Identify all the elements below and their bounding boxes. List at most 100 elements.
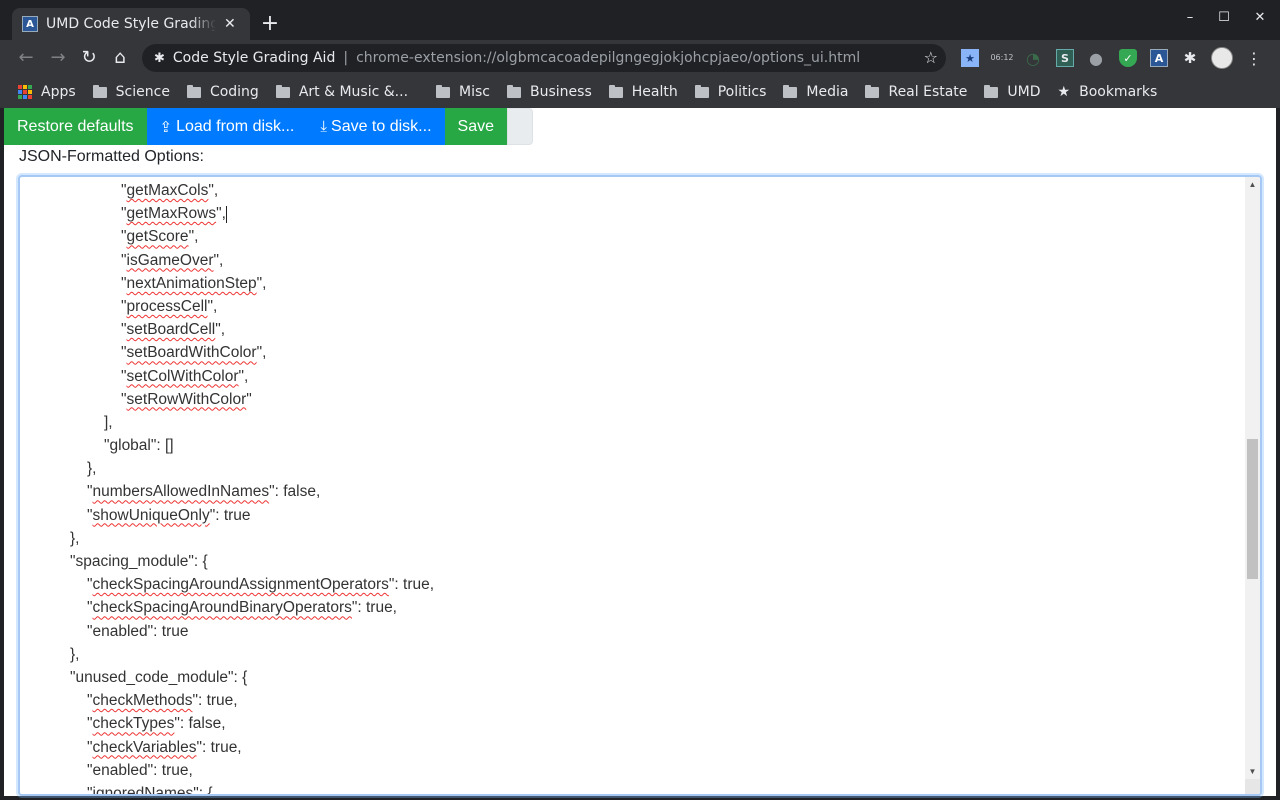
code-token: ": true,: [388, 576, 435, 594]
code-token: ": false,: [269, 483, 321, 501]
misspelled-token: checkMethods: [92, 692, 193, 710]
code-token: "ignoredNames": {: [87, 784, 213, 796]
bookmark-misc[interactable]: Misc: [436, 84, 490, 100]
bookmark-business[interactable]: Business: [507, 84, 592, 100]
restore-defaults-label: Restore defaults: [17, 117, 134, 135]
bookmark-star-icon[interactable]: ☆: [924, 48, 938, 67]
s-extension-icon[interactable]: S: [1056, 49, 1074, 67]
resize-grip[interactable]: [1245, 779, 1260, 794]
new-tab-button[interactable]: +: [258, 12, 282, 36]
code-line: },: [20, 643, 1242, 666]
code-token: ": true: [209, 506, 251, 524]
code-token: ": true,: [196, 738, 242, 756]
code-line: "checkSpacingAroundBinaryOperators": tru…: [20, 596, 1242, 619]
bookmark-label: Business: [530, 84, 592, 100]
reload-button[interactable]: ↻: [77, 46, 101, 70]
code-line: },: [20, 457, 1242, 480]
status-button[interactable]: [506, 108, 533, 145]
folder-icon: [186, 84, 201, 98]
misspelled-token: nextAnimationStep: [126, 274, 257, 292]
editor-scrollbar[interactable]: ▲ ▼: [1245, 177, 1260, 794]
folder-icon: [694, 84, 709, 98]
json-options-textarea[interactable]: "getMaxCols", "getMaxRows", "getScore", "is…: [18, 175, 1262, 796]
text-caret: [225, 205, 227, 223]
home-button[interactable]: ⌂: [108, 46, 132, 70]
code-line: "setBoardCell",: [20, 318, 1242, 341]
code-line: "spacing_module": {: [20, 550, 1242, 573]
clock-extension-icon[interactable]: 06:12: [990, 49, 1014, 67]
load-from-disk-button[interactable]: ⇪ Load from disk...: [146, 108, 308, 145]
bookmark-umd[interactable]: UMD: [984, 84, 1041, 100]
code-style-extension-icon[interactable]: A: [1150, 49, 1168, 67]
code-token: ],: [104, 413, 113, 431]
maximize-window-button[interactable]: ☐: [1214, 10, 1234, 25]
bookmark-label: UMD: [1007, 84, 1041, 100]
bookmark-art-music[interactable]: Art & Music &...: [275, 84, 409, 100]
browser-tab[interactable]: A UMD Code Style Grading Extension ✕: [12, 8, 250, 40]
bookmark-bookmarks[interactable]: ★ Bookmarks: [1058, 84, 1158, 100]
bookmark-media[interactable]: Media: [783, 84, 848, 100]
scroll-down-arrow-icon[interactable]: ▼: [1245, 764, 1260, 779]
misspelled-token: checkTypes: [92, 715, 175, 733]
bookmark-science[interactable]: Science: [92, 84, 170, 100]
bookmark-label: Art & Music &...: [298, 84, 409, 100]
back-button[interactable]: ←: [14, 46, 38, 70]
restore-defaults-button[interactable]: Restore defaults: [4, 108, 147, 145]
profile-avatar[interactable]: [1211, 47, 1233, 69]
bookmark-politics[interactable]: Politics: [694, 84, 766, 100]
forward-button[interactable]: →: [46, 46, 70, 70]
code-token: ": false,: [174, 715, 226, 733]
folder-icon: [865, 84, 880, 98]
code-line: "nextAnimationStep",: [20, 272, 1242, 295]
code-line: "unused_code_module": {: [20, 666, 1242, 689]
bookmark-real-estate[interactable]: Real Estate: [865, 84, 967, 100]
misspelled-token: numbersAllowedInNames: [92, 483, 270, 501]
misspelled-token: setBoardCell: [126, 321, 216, 339]
folder-icon: [507, 84, 521, 98]
code-token: ": true,: [351, 599, 397, 617]
upload-icon: ⇪: [159, 118, 173, 136]
folder-icon: [608, 84, 623, 98]
code-line: "enabled": true: [20, 620, 1242, 643]
shield-extension-icon[interactable]: ✓: [1119, 49, 1137, 67]
address-bar[interactable]: ✱ Code Style Grading Aid | chrome-extens…: [142, 44, 946, 72]
save-to-disk-label: Save to disk...: [331, 117, 432, 135]
bookmark-label: Real Estate: [888, 84, 968, 100]
code-token: ": [246, 390, 252, 408]
bookmark-apps[interactable]: Apps: [18, 84, 76, 100]
star-icon: ★: [1057, 84, 1071, 100]
minimize-window-button[interactable]: –: [1180, 10, 1200, 25]
save-to-disk-button[interactable]: ⤓ Save to disk...: [307, 108, 445, 145]
scrollbar-thumb[interactable]: [1247, 438, 1258, 580]
extension-puzzle-icon: ✱: [154, 50, 165, 66]
close-window-button[interactable]: ✕: [1250, 10, 1270, 25]
timer-extension-icon[interactable]: ◔: [1024, 49, 1042, 68]
save-button[interactable]: Save: [444, 108, 507, 145]
bookmark-coding[interactable]: Coding: [186, 84, 259, 100]
apps-grid-icon: [18, 85, 32, 99]
code-line: "enabled": true,: [20, 759, 1242, 782]
save-label: Save: [457, 117, 494, 135]
folder-icon: [984, 84, 999, 98]
code-line: "showUniqueOnly": true: [20, 504, 1242, 527]
load-from-disk-label: Load from disk...: [176, 117, 295, 135]
code-token: ",: [213, 251, 224, 269]
bookmark-label: Science: [115, 84, 170, 100]
chrome-menu-icon[interactable]: ⋮: [1245, 49, 1263, 68]
extensions-puzzle-icon[interactable]: ✱: [1181, 49, 1199, 67]
misspelled-token: isGameOver: [126, 251, 214, 269]
bookmark-health[interactable]: Health: [608, 84, 678, 100]
close-tab-icon[interactable]: ✕: [224, 16, 236, 32]
code-line: "setBoardWithColor",: [20, 341, 1242, 364]
misspelled-token: checkVariables: [92, 738, 197, 756]
code-token: ",: [256, 344, 267, 362]
json-editor-content[interactable]: "getMaxCols", "getMaxRows", "getScore", "is…: [20, 179, 1242, 796]
code-line: "checkSpacingAroundAssignmentOperators":…: [20, 573, 1242, 596]
bookmarks-bar: Apps Science Coding Art & Music &... Misc Bus…: [0, 76, 1280, 108]
url-text: chrome-extension://olgbmcacoadepilgngegj…: [356, 50, 861, 66]
bookmark-star-extension-icon[interactable]: ★: [961, 49, 979, 67]
bookmark-label: Bookmarks: [1079, 84, 1158, 100]
code-line: "checkMethods": true,: [20, 689, 1242, 712]
scroll-up-arrow-icon[interactable]: ▲: [1245, 177, 1260, 192]
speech-bubble-extension-icon[interactable]: ●: [1087, 49, 1105, 68]
